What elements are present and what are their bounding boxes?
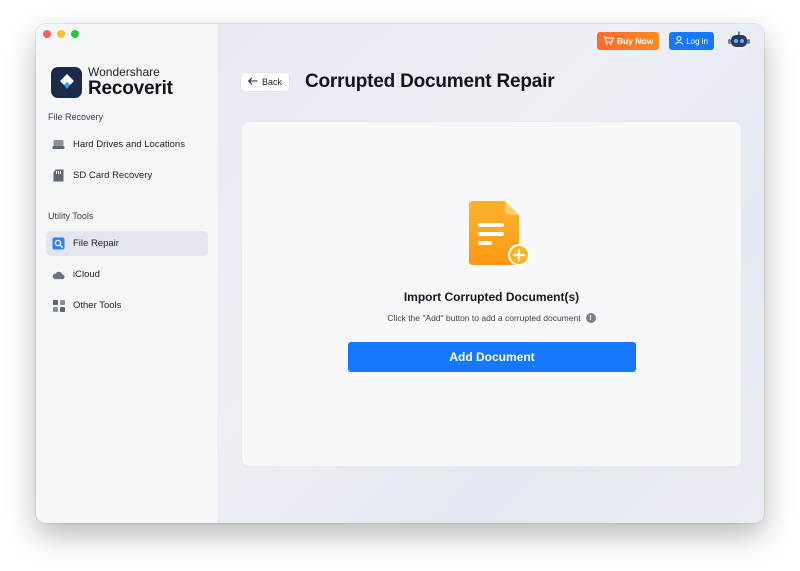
import-hint: Click the "Add" button to add a corrupte… (242, 313, 741, 323)
brand: Wondershare Recoverit (51, 66, 173, 98)
recoverit-logo-icon (51, 66, 82, 98)
sidebar-item-label: File Repair (73, 238, 119, 249)
sidebar-item-label: SD Card Recovery (73, 170, 153, 181)
buy-now-label: Buy Now (616, 36, 654, 46)
close-window-button[interactable] (43, 30, 51, 38)
sidebar-item-label: iCloud (73, 269, 100, 280)
sidebar-item-icloud[interactable]: iCloud (46, 262, 208, 287)
sidebar-item-hard-drives[interactable]: Hard Drives and Locations (46, 132, 208, 157)
brand-company: Wondershare (88, 65, 160, 79)
back-label: Back (262, 77, 283, 87)
log-in-label: Log in (686, 36, 708, 46)
back-button[interactable]: Back (240, 72, 291, 92)
brand-product: Recoverit (88, 78, 173, 99)
log-in-button[interactable]: Log in (669, 32, 714, 50)
grid-icon (52, 299, 65, 312)
sidebar-item-label: Other Tools (73, 300, 122, 311)
topbar: Buy Now Log in (596, 29, 754, 53)
page-title: Corrupted Document Repair (305, 71, 555, 92)
import-hint-text: Click the "Add" button to add a corrupte… (387, 313, 581, 323)
buy-now-button[interactable]: Buy Now (596, 32, 660, 50)
sd-card-icon (52, 169, 65, 182)
sidebar-item-label: Hard Drives and Locations (73, 139, 185, 150)
info-icon[interactable]: ! (585, 313, 596, 323)
hard-drive-icon (52, 138, 65, 151)
sidebar: Wondershare Recoverit File Recovery Hard… (36, 24, 219, 523)
app-window: Wondershare Recoverit File Recovery Hard… (36, 24, 764, 523)
arrow-left-icon (248, 77, 258, 87)
section-title-file-recovery: File Recovery (48, 112, 104, 122)
user-icon (675, 35, 684, 47)
zoom-window-button[interactable] (71, 30, 79, 38)
minimize-window-button[interactable] (57, 30, 65, 38)
add-document-button[interactable]: Add Document (348, 342, 636, 372)
main-panel: Buy Now Log in Back Corrupted Document R… (219, 24, 764, 523)
sidebar-item-other-tools[interactable]: Other Tools (46, 293, 208, 318)
section-title-utility-tools: Utility Tools (48, 211, 94, 221)
document-add-icon (461, 199, 535, 273)
import-card: Import Corrupted Document(s) Click the "… (241, 121, 742, 467)
import-title: Import Corrupted Document(s) (403, 290, 580, 304)
cloud-icon (52, 268, 65, 281)
window-controls (43, 30, 79, 38)
sidebar-item-sd-card[interactable]: SD Card Recovery (46, 163, 208, 188)
sidebar-item-file-repair[interactable]: File Repair (46, 231, 208, 256)
assistant-robot-icon[interactable] (724, 29, 754, 53)
file-repair-icon (52, 237, 65, 250)
cart-icon (603, 35, 614, 47)
